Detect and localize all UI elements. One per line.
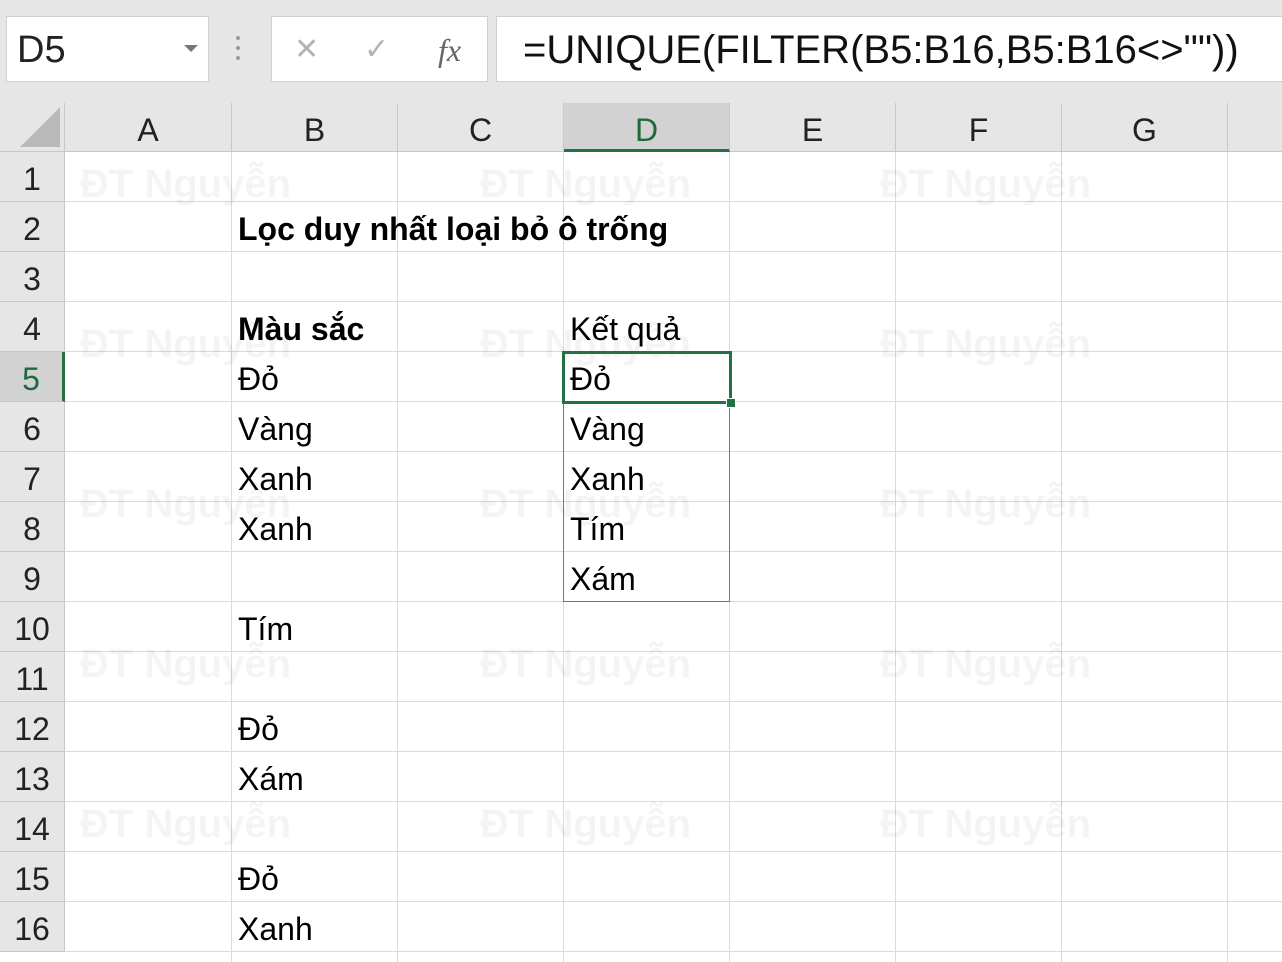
row-header-12[interactable]: 12: [0, 702, 65, 752]
cell-d4[interactable]: Kết quả: [570, 304, 680, 354]
active-cell-selection[interactable]: [562, 351, 732, 404]
cancel-icon[interactable]: ✕: [294, 27, 319, 73]
column-header-a[interactable]: A: [65, 103, 232, 152]
watermark-text: ĐT Nguyễn: [880, 642, 1091, 687]
grip-icon: [236, 36, 240, 66]
cell-b4[interactable]: Màu sắc: [238, 304, 364, 354]
row-header-13[interactable]: 13: [0, 752, 65, 802]
enter-icon[interactable]: ✓: [364, 27, 389, 73]
watermark-text: ĐT Nguyễn: [880, 322, 1091, 367]
cell-b6[interactable]: Vàng: [238, 404, 313, 454]
row-header-10[interactable]: 10: [0, 602, 65, 652]
cell-b7[interactable]: Xanh: [238, 454, 313, 504]
worksheet-grid: ABCDEFG 12345678910111213141516 ĐT Nguyễ…: [0, 103, 1282, 962]
cell-b13[interactable]: Xám: [238, 754, 304, 804]
column-header-e[interactable]: E: [730, 103, 896, 152]
gridline-vertical: [895, 152, 896, 962]
watermark-text: ĐT Nguyễn: [880, 802, 1091, 847]
row-header-4[interactable]: 4: [0, 302, 65, 352]
row-header-11[interactable]: 11: [0, 652, 65, 702]
cell-b12[interactable]: Đỏ: [238, 704, 279, 754]
row-header-14[interactable]: 14: [0, 802, 65, 852]
gridline-horizontal: [65, 301, 1282, 302]
row-header-9[interactable]: 9: [0, 552, 65, 602]
cell-b5[interactable]: Đỏ: [238, 354, 279, 404]
row-header-15[interactable]: 15: [0, 852, 65, 902]
name-box-value: D5: [17, 29, 66, 71]
watermark-text: ĐT Nguyễn: [80, 802, 291, 847]
column-header-g[interactable]: G: [1062, 103, 1228, 152]
watermark-text: ĐT Nguyễn: [480, 802, 691, 847]
cell-b2[interactable]: Lọc duy nhất loại bỏ ô trống: [238, 204, 668, 254]
row-header-1[interactable]: 1: [0, 152, 65, 202]
formula-text: =UNIQUE(FILTER(B5:B16,B5:B16<>"")): [523, 28, 1239, 72]
row-header-7[interactable]: 7: [0, 452, 65, 502]
row-header-5[interactable]: 5: [0, 352, 65, 402]
gridline-vertical: [1061, 152, 1062, 962]
column-header-f[interactable]: F: [896, 103, 1062, 152]
cell-b8[interactable]: Xanh: [238, 504, 313, 554]
gridline-vertical: [1227, 152, 1228, 962]
formula-bar: D5 ✕ ✓ fx =UNIQUE(FILTER(B5:B16,B5:B16<>…: [0, 0, 1282, 103]
cells-area[interactable]: ĐT Nguyễn ĐT Nguyễn ĐT Nguyễn ĐT Nguyễn ĐT N…: [65, 152, 1282, 962]
column-header-c[interactable]: C: [398, 103, 564, 152]
watermark-text: ĐT Nguyễn: [480, 642, 691, 687]
formula-buttons: ✕ ✓ fx: [271, 16, 488, 82]
fill-handle[interactable]: [726, 398, 736, 408]
name-box[interactable]: D5: [6, 16, 209, 82]
gridline-vertical: [397, 152, 398, 962]
cell-b16[interactable]: Xanh: [238, 904, 313, 954]
column-header-b[interactable]: B: [232, 103, 398, 152]
cell-b15[interactable]: Đỏ: [238, 854, 279, 904]
gridline-horizontal: [65, 701, 1282, 702]
insert-function-icon[interactable]: fx: [438, 27, 461, 73]
column-header-partial[interactable]: [1228, 103, 1282, 152]
row-header-2[interactable]: 2: [0, 202, 65, 252]
gridline-horizontal: [65, 851, 1282, 852]
row-header-3[interactable]: 3: [0, 252, 65, 302]
select-all-button[interactable]: [0, 103, 65, 152]
gridline-vertical: [231, 152, 232, 962]
gridline-horizontal: [65, 201, 1282, 202]
row-header-16[interactable]: 16: [0, 902, 65, 952]
cell-b10[interactable]: Tím: [238, 604, 293, 654]
row-header-6[interactable]: 6: [0, 402, 65, 452]
chevron-down-icon[interactable]: [184, 45, 198, 52]
column-header-d[interactable]: D: [564, 103, 730, 152]
watermark-text: ĐT Nguyễn: [880, 482, 1091, 527]
formula-input[interactable]: =UNIQUE(FILTER(B5:B16,B5:B16<>"")): [496, 16, 1282, 82]
row-header-8[interactable]: 8: [0, 502, 65, 552]
